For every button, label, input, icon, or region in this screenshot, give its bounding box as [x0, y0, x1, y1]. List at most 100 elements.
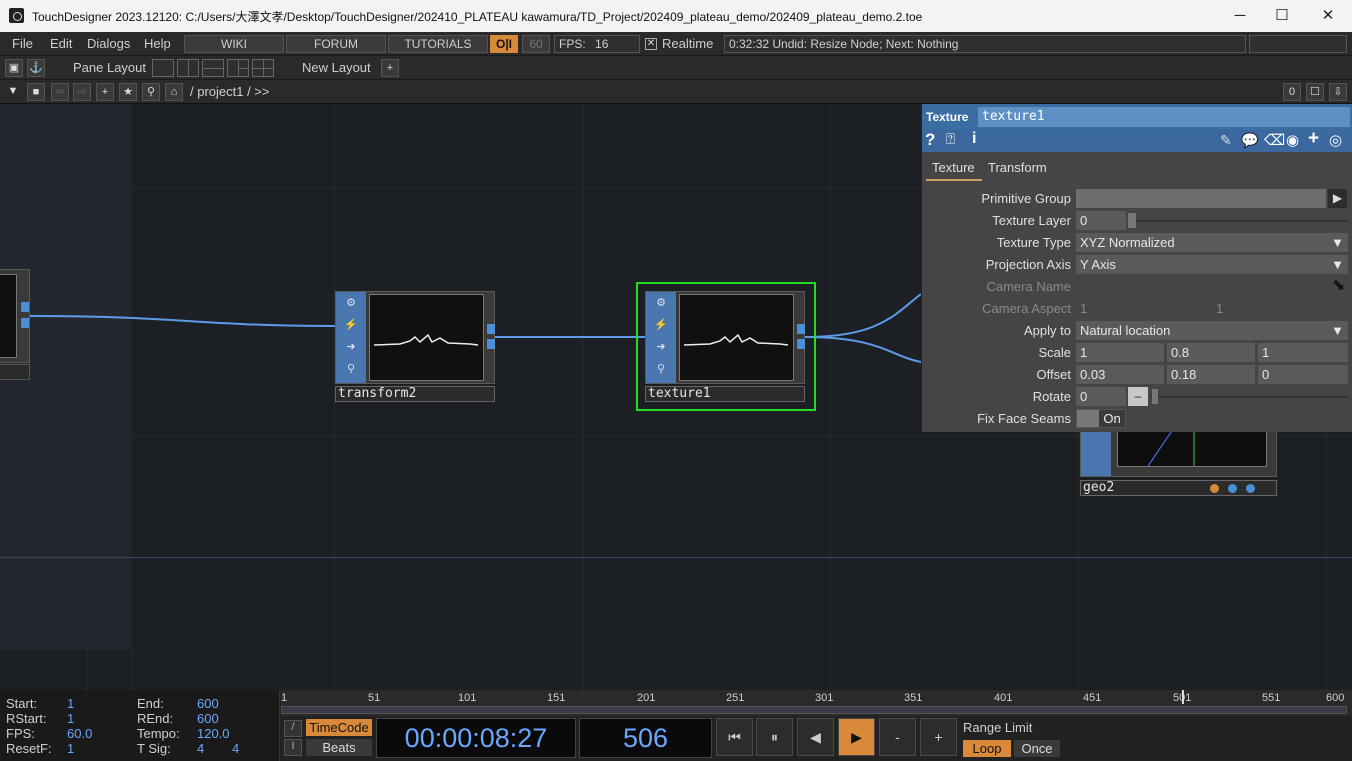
tab-texture[interactable]: Texture: [932, 160, 975, 175]
help-icon[interactable]: ?: [925, 130, 935, 150]
menu-help[interactable]: Help: [144, 36, 171, 51]
rotate-slider[interactable]: [1150, 396, 1348, 398]
layout-split-horizontal-button[interactable]: [202, 59, 224, 77]
bookmark-star-icon[interactable]: ★: [119, 83, 137, 101]
scale-y-field[interactable]: 0.8: [1167, 343, 1255, 362]
layout-four-pane-button[interactable]: [252, 59, 274, 77]
geo2-pick-flag-icon[interactable]: [1246, 484, 1255, 493]
network-path[interactable]: / project1 / >>: [190, 84, 270, 99]
texture-layer-slider[interactable]: [1128, 220, 1348, 222]
home-plus-icon[interactable]: +: [96, 83, 114, 101]
fps-value[interactable]: 60.0: [67, 726, 92, 741]
fix-face-seams-toggle[interactable]: On: [1076, 409, 1126, 428]
realtime-checkbox[interactable]: ✕: [645, 38, 657, 50]
timecode-mode-button[interactable]: TimeCode: [306, 719, 372, 736]
search-icon[interactable]: ⚲: [142, 83, 160, 101]
tempo-value[interactable]: 120.0: [197, 726, 230, 741]
texture-layer-field[interactable]: 0: [1076, 211, 1126, 230]
edit-pencil-icon[interactable]: ✎: [1220, 132, 1232, 149]
maximize-pane-icon[interactable]: ☐: [1306, 83, 1324, 101]
layout-split-vertical-button[interactable]: [177, 59, 199, 77]
timeline-ruler[interactable]: 1 51 101 151 201 251 301 351 401 451 501…: [281, 690, 1352, 716]
rstart-value[interactable]: 1: [67, 711, 74, 726]
transform2-node[interactable]: ⚙ ⚡ ➜ ⚲: [335, 291, 495, 384]
rotate-slider-handle[interactable]: [1152, 389, 1158, 404]
comment-icon[interactable]: 💬: [1241, 132, 1258, 149]
forward-arrow-icon[interactable]: ⇨: [73, 83, 91, 101]
eraser-icon[interactable]: ⌫: [1264, 131, 1285, 149]
pause-button[interactable]: ⏸: [756, 718, 793, 756]
texture1-label[interactable]: texture1: [645, 386, 805, 402]
step-back-button[interactable]: ◀: [797, 718, 834, 756]
primitive-group-menu-arrow-icon[interactable]: ▶: [1328, 189, 1347, 208]
projection-axis-dropdown[interactable]: Y Axis ▼: [1076, 255, 1348, 274]
beats-mode-button[interactable]: Beats: [306, 739, 372, 756]
resetf-value[interactable]: 1: [67, 741, 74, 756]
rotate-minus-button[interactable]: –: [1128, 387, 1148, 406]
apply-to-dropdown[interactable]: Natural location ▼: [1076, 321, 1348, 340]
layout-three-pane-button[interactable]: [227, 59, 249, 77]
rend-value[interactable]: 600: [197, 711, 219, 726]
texture-type-dropdown[interactable]: XYZ Normalized ▼: [1076, 233, 1348, 252]
range-bar[interactable]: [281, 706, 1347, 714]
menu-edit[interactable]: Edit: [50, 36, 72, 51]
offset-z-field[interactable]: 0: [1258, 365, 1348, 384]
scale-z-field[interactable]: 1: [1258, 343, 1348, 362]
network-home-icon[interactable]: ⌂: [165, 83, 183, 101]
start-value[interactable]: 1: [67, 696, 74, 711]
forum-button[interactable]: FORUM: [286, 35, 386, 53]
minimize-button[interactable]: ─: [1217, 0, 1263, 32]
tsig-numerator[interactable]: 4: [197, 741, 204, 756]
primitive-group-field[interactable]: [1076, 189, 1326, 208]
target-icon[interactable]: ◎: [1329, 131, 1342, 149]
tutorials-button[interactable]: TUTORIALS: [388, 35, 488, 53]
end-value[interactable]: 600: [197, 696, 219, 711]
geo2-render-flag-icon[interactable]: [1210, 484, 1219, 493]
python-help-icon[interactable]: ⍰: [946, 131, 955, 148]
rewind-button[interactable]: ⏮: [716, 718, 753, 756]
geo2-name: geo2: [1083, 480, 1115, 495]
pane-anchor-icon[interactable]: ⚓: [27, 59, 45, 77]
fps-cap-button[interactable]: 60: [522, 35, 550, 53]
timecode-display[interactable]: 00:00:08:27: [376, 718, 576, 758]
palette-icon[interactable]: ◉: [1286, 131, 1299, 149]
geo2-display-flag-icon[interactable]: [1228, 484, 1237, 493]
play-button[interactable]: ▶: [838, 718, 875, 756]
close-button[interactable]: ✕: [1305, 0, 1351, 32]
step-minus-button[interactable]: -: [879, 718, 916, 756]
add-icon[interactable]: +: [1308, 128, 1319, 150]
pane-index[interactable]: 0: [1283, 83, 1301, 101]
op-name-field[interactable]: texture1: [978, 107, 1350, 127]
wiki-button[interactable]: WIKI: [184, 35, 284, 53]
rotate-field[interactable]: 0: [1076, 387, 1126, 406]
pane-download-icon[interactable]: ⇩: [1329, 83, 1347, 101]
loop-button[interactable]: Loop: [963, 740, 1011, 757]
step-plus-button[interactable]: +: [920, 718, 957, 756]
playhead[interactable]: [1182, 690, 1184, 704]
frame-display[interactable]: 506: [579, 718, 712, 758]
maximize-button[interactable]: ☐: [1259, 0, 1305, 32]
menu-file[interactable]: File: [12, 36, 33, 51]
new-layout-button[interactable]: +: [381, 59, 399, 77]
pane-menu-chevron-down-icon[interactable]: ▼: [4, 83, 22, 101]
tab-transform[interactable]: Transform: [988, 160, 1047, 175]
back-arrow-icon[interactable]: ⇦: [51, 83, 69, 101]
texture-layer-slider-handle[interactable]: [1128, 213, 1136, 228]
tsig-denominator[interactable]: 4: [232, 741, 239, 756]
once-button[interactable]: Once: [1014, 740, 1060, 757]
upstream-node[interactable]: [0, 269, 30, 363]
timeline-slash-button[interactable]: /: [284, 720, 302, 737]
perform-mode-button[interactable]: O|I: [490, 35, 518, 53]
geo2-label[interactable]: geo2: [1080, 480, 1277, 496]
stop-icon[interactable]: ■: [27, 83, 45, 101]
menu-dialogs[interactable]: Dialogs: [87, 36, 130, 51]
info-icon[interactable]: i: [972, 130, 976, 148]
offset-y-field[interactable]: 0.18: [1167, 365, 1255, 384]
scale-x-field[interactable]: 1: [1076, 343, 1164, 362]
timeline-bar-button[interactable]: I: [284, 739, 302, 756]
texture1-node[interactable]: ⚙ ⚡ ➜ ⚲: [645, 291, 805, 384]
offset-x-field[interactable]: 0.03: [1076, 365, 1164, 384]
pane-image-icon[interactable]: ▣: [5, 59, 23, 77]
transform2-label[interactable]: transform2: [335, 386, 495, 402]
layout-single-button[interactable]: [152, 59, 174, 77]
